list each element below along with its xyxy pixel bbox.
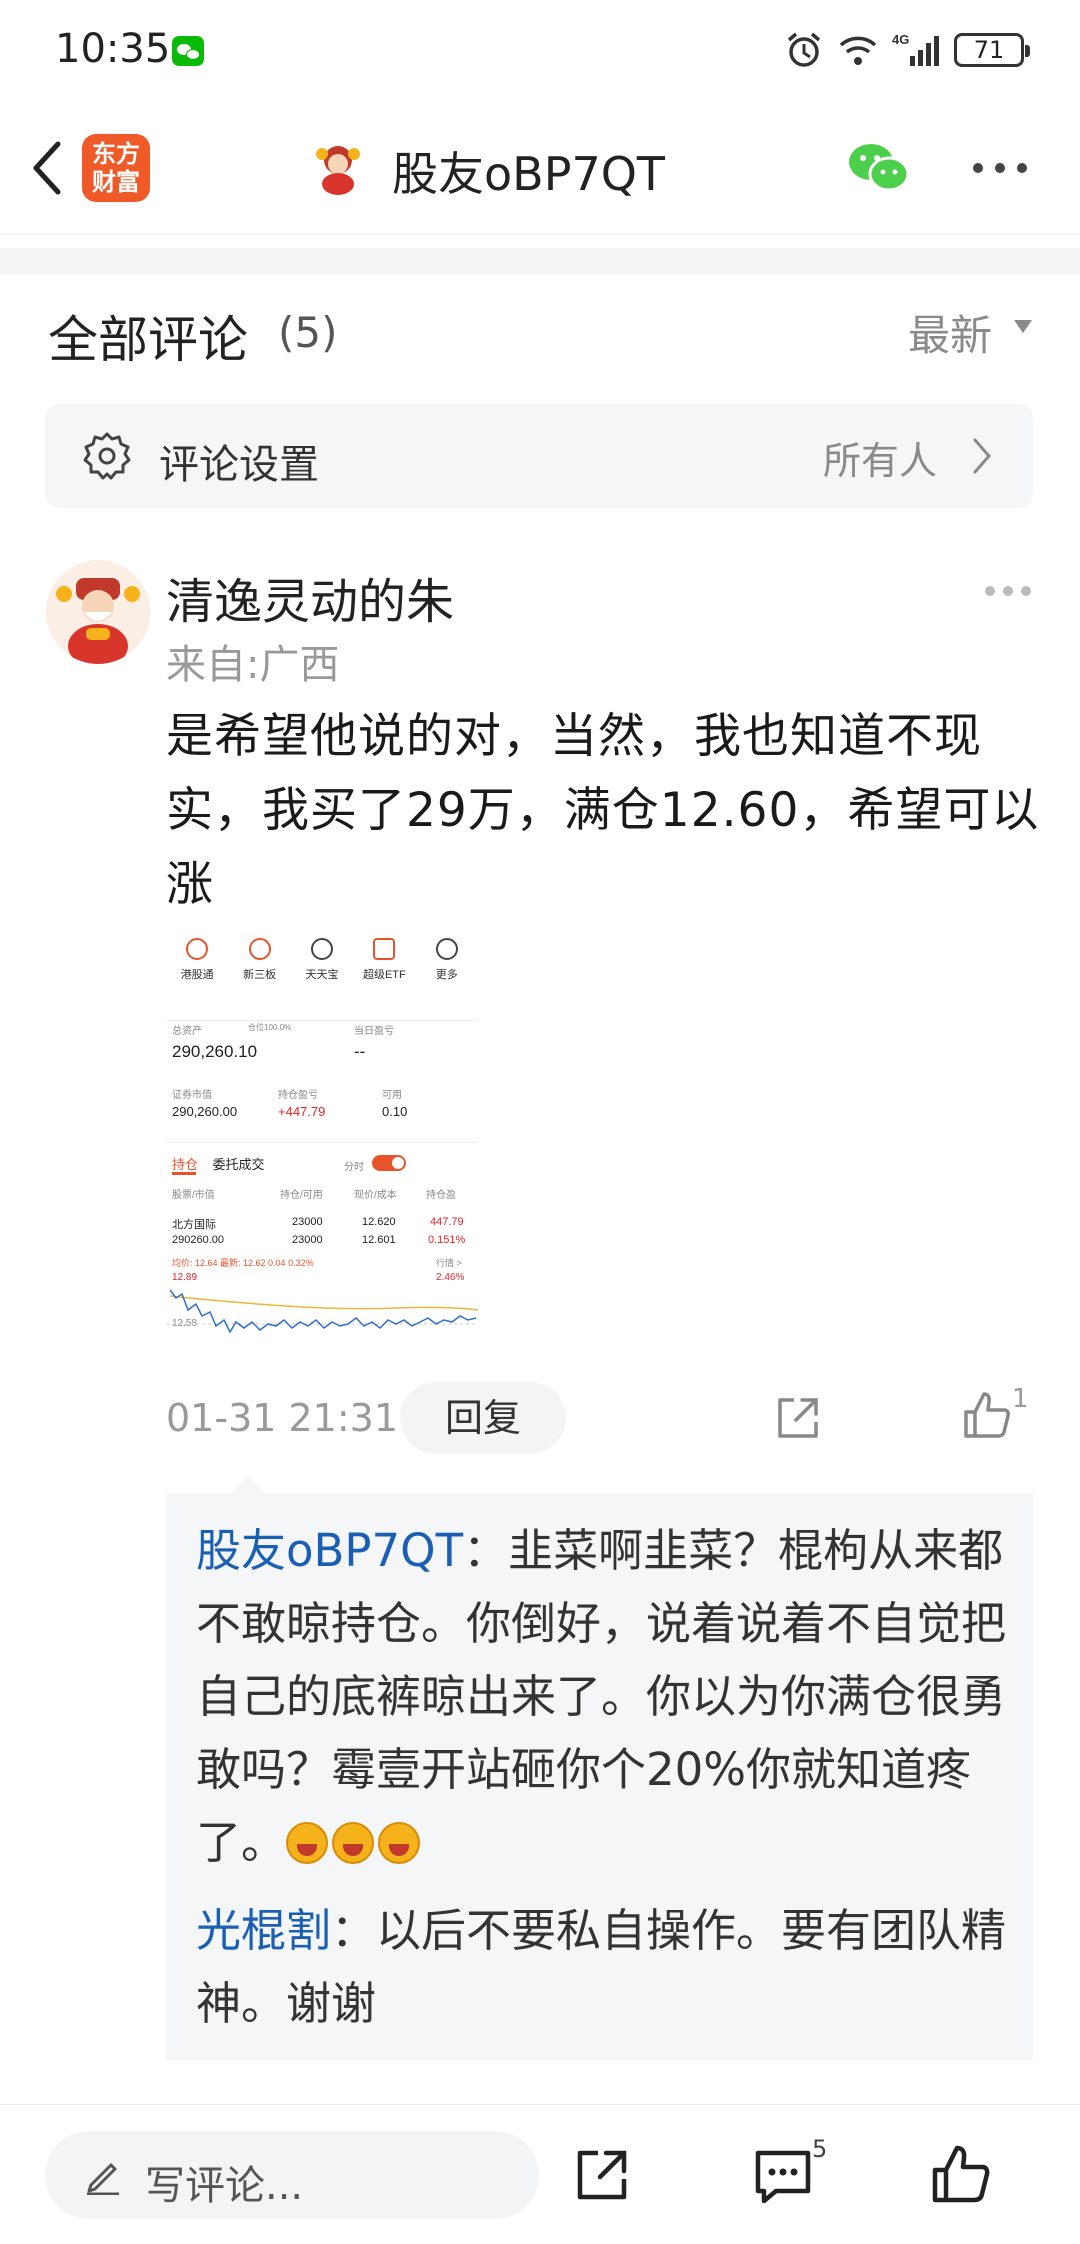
laughing-emoji-icon [332, 1822, 375, 1864]
thumbs-up-icon[interactable] [962, 1390, 1012, 1440]
image-available-qty: 23000 [292, 1234, 323, 1246]
comment-location: 来自:广西 [166, 642, 340, 688]
status-time: 10:35 [55, 26, 171, 72]
sort-dropdown[interactable]: 最新 [908, 302, 992, 363]
image-col-hold: 持仓/可用 [280, 1190, 323, 1201]
alarm-icon [787, 32, 821, 67]
image-holding-pnl-label: 持仓盈亏 [278, 1090, 318, 1101]
reply-author[interactable]: 光棍割 [196, 1904, 331, 1957]
image-hold: 23000 [292, 1216, 323, 1228]
share-icon[interactable] [774, 1394, 822, 1442]
image-stock-name: 北方国际 [172, 1219, 216, 1231]
image-daily-pnl-label: 当日盈亏 [354, 1026, 394, 1037]
reply-button[interactable]: 回复 [400, 1382, 566, 1454]
image-toggle [372, 1155, 406, 1171]
thumbs-up-icon[interactable] [930, 2143, 992, 2205]
image-cost: 12.601 [362, 1234, 396, 1246]
avatar-image [46, 560, 150, 664]
wifi-icon [839, 36, 877, 65]
gear-icon [83, 432, 131, 480]
like-count: 1 [1012, 1384, 1029, 1414]
reply-author[interactable]: 股友oBP7QT [196, 1524, 463, 1577]
signal-icon: 4G [892, 32, 939, 66]
image-intraday-label: 分时 [344, 1162, 364, 1173]
comment-timestamp: 01-31 21:31 [166, 1396, 399, 1440]
comment-settings-row[interactable]: 评论设置 所有人 [45, 404, 1033, 508]
comments-section-title: 全部评论 [48, 311, 248, 369]
status-bar: 10:35 4G 71 [0, 0, 1080, 100]
share-icon[interactable] [572, 2145, 632, 2205]
more-options-icon[interactable] [970, 155, 1030, 181]
bottom-action-bar: 写评论... 5 [0, 2104, 1080, 2244]
image-market-value: 290,260.00 [172, 1104, 238, 1119]
image-stock-value: 290260.00 [172, 1234, 224, 1246]
pencil-icon [87, 2163, 119, 2195]
comment-text: 是希望他说的对，当然，我也知道不现实，我买了29万，满仓12.60，希望可以涨 [166, 709, 1040, 912]
image-market-value-label: 证券市值 [172, 1090, 212, 1101]
comment-settings-label: 评论设置 [159, 442, 319, 488]
chevron-right-icon [973, 438, 991, 474]
network-type: 4G [892, 32, 909, 47]
image-shortcut-ttb: 天天宝 [295, 938, 349, 998]
image-shortcut-more: 更多 [420, 938, 474, 998]
user-avatar-small [316, 146, 360, 195]
comment-count-badge: 5 [812, 2135, 828, 2163]
comment-input[interactable]: 写评论... [45, 2131, 539, 2219]
image-available-label: 可用 [382, 1090, 402, 1101]
section-divider [0, 248, 1080, 274]
image-shortcut-row: 港股通 新三板 天天宝 超级ETF 更多 [166, 938, 478, 998]
replies-pointer [230, 1476, 266, 1494]
top-nav-bar: 东方财富 股友oBP7QT [0, 100, 1080, 235]
wechat-share-icon[interactable] [845, 140, 911, 196]
comments-count: (5) [278, 308, 338, 357]
reply-item[interactable]: 光棍割：以后不要私自操作。要有团队精神。谢谢 [196, 1894, 1016, 2040]
image-holding-pnl: +447.79 [278, 1104, 326, 1119]
image-intraday-chart [166, 1289, 478, 1334]
laughing-emoji-icon [286, 1822, 329, 1864]
image-shortcut-etf: 超级ETF [357, 938, 411, 998]
reply-item[interactable]: 股友oBP7QT：韭菜啊韭菜？棍枸从来都不敢晾持仓。你倒好，说着说着不自觉把自己… [196, 1514, 1016, 1879]
laughing-emoji-icon [378, 1822, 421, 1864]
comment-input-placeholder: 写评论... [145, 2163, 304, 2209]
image-col-stock: 股票/市值 [172, 1190, 215, 1201]
replies-box: 股友oBP7QT：韭菜啊韭菜？棍枸从来都不敢晾持仓。你倒好，说着说着不自觉把自己… [166, 1494, 1033, 2060]
comment-more-icon[interactable] [984, 583, 1032, 599]
comment-image[interactable]: 港股通 新三板 天天宝 超级ETF 更多 总资产 仓位100.0% 当日盈亏 2… [166, 930, 478, 1366]
image-col-pnl: 持仓盈 [426, 1190, 456, 1201]
image-divider [166, 1020, 478, 1021]
wechat-notification-icon [172, 36, 204, 66]
image-tabs: 持仓 委托成交 [172, 1157, 265, 1172]
image-quote-link: 行情 > [436, 1258, 462, 1268]
avatar[interactable] [46, 560, 150, 664]
image-total-assets-label: 总资产 [172, 1026, 202, 1037]
page-title: 股友oBP7QT [392, 147, 666, 201]
image-price: 12.620 [362, 1216, 396, 1228]
image-daily-pnl: -- [354, 1042, 366, 1061]
caret-down-icon[interactable] [1014, 320, 1032, 333]
battery-indicator: 71 [954, 33, 1030, 67]
image-position-ratio: 仓位100.0% [248, 1023, 292, 1032]
image-quote-line: 均价: 12.64 最新: 12.62 0.04 0.32% [172, 1258, 314, 1268]
comment-settings-value: 所有人 [822, 439, 937, 483]
image-total-assets: 290,260.10 [172, 1042, 258, 1061]
back-arrow-icon[interactable] [26, 136, 70, 200]
comment-icon[interactable] [752, 2147, 814, 2207]
image-divider [166, 1142, 478, 1143]
image-shortcut-hk: 港股通 [170, 938, 224, 998]
app-logo[interactable]: 东方财富 [82, 134, 150, 202]
image-pnl: 447.79 [430, 1216, 464, 1228]
image-shortcut-neeq: 新三板 [233, 938, 287, 998]
status-icons: 4G 71 [784, 30, 1030, 70]
image-tab-underline [172, 1172, 196, 1175]
image-available: 0.10 [382, 1104, 408, 1119]
comment-author[interactable]: 清逸灵动的朱 [166, 562, 454, 632]
image-col-price: 现价/成本 [354, 1190, 397, 1201]
image-pnl-pct: 0.151% [428, 1234, 466, 1246]
